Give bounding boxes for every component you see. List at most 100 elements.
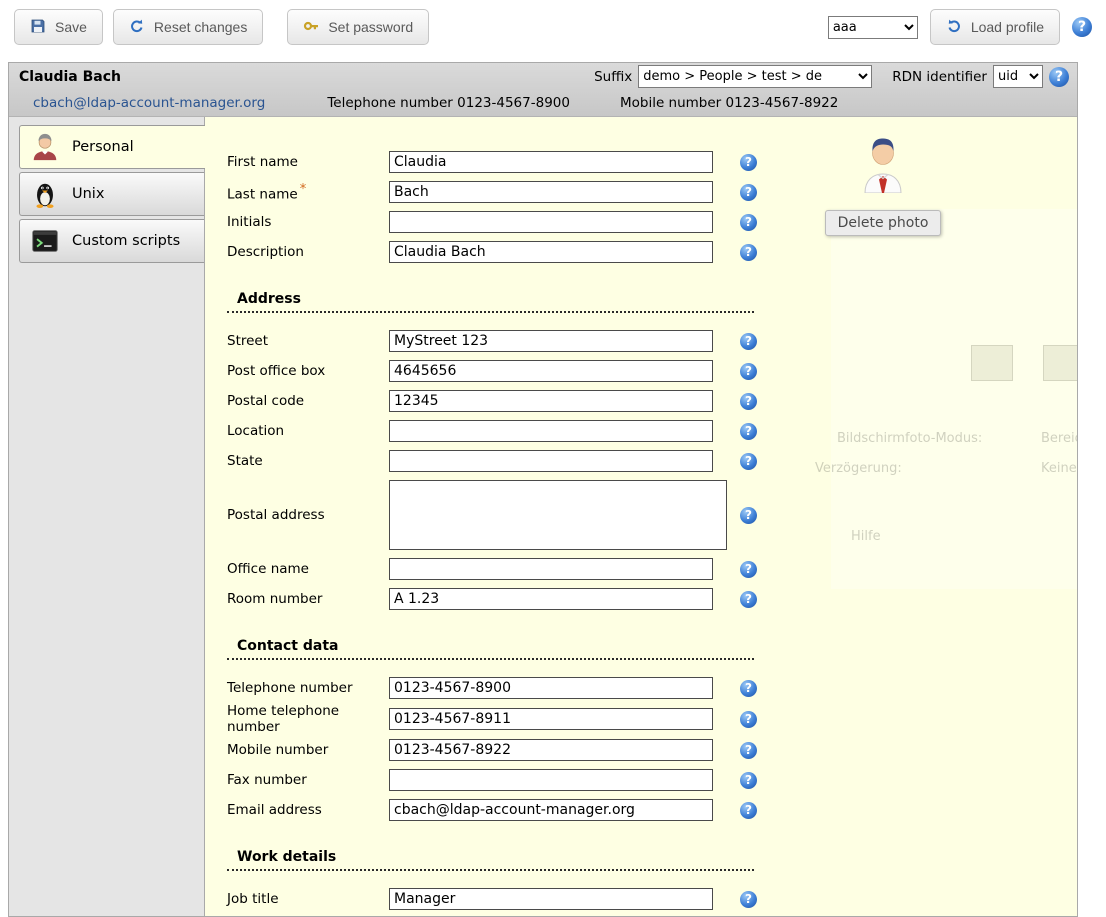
field-row-job-title: Job title — [227, 884, 1077, 914]
fax-input[interactable] — [389, 769, 713, 791]
module-sidebar: Personal Unix — [9, 117, 205, 916]
location-input[interactable] — [389, 420, 713, 442]
set-password-button[interactable]: Set password — [287, 9, 429, 45]
help-icon[interactable] — [740, 680, 757, 697]
last-name-label: Last name* — [227, 182, 389, 203]
field-row-postal-address: Postal address — [227, 476, 1077, 554]
undo-icon — [129, 18, 145, 37]
help-icon[interactable] — [740, 891, 757, 908]
po-box-input[interactable] — [389, 360, 713, 382]
street-input[interactable] — [389, 330, 713, 352]
first-name-label: First name — [227, 154, 389, 170]
help-icon[interactable] — [740, 423, 757, 440]
field-row-mobile: Mobile number — [227, 735, 1077, 765]
reset-changes-label: Reset changes — [154, 19, 247, 35]
field-row-email: Email address — [227, 795, 1077, 825]
email-link[interactable]: cbach@ldap-account-manager.org — [33, 95, 265, 111]
first-name-input[interactable] — [389, 151, 713, 173]
field-row-room-number: Room number — [227, 584, 1077, 614]
help-icon[interactable] — [740, 333, 757, 350]
account-title: Claudia Bach — [19, 69, 121, 85]
field-row-fax: Fax number — [227, 765, 1077, 795]
telephone-label: Telephone number — [227, 680, 389, 696]
personal-form: Neues Bild Speichern Öffne In die Zwisch… — [205, 117, 1077, 916]
header-telephone: Telephone number 0123-4567-8900 — [327, 95, 570, 111]
postal-code-input[interactable] — [389, 390, 713, 412]
tab-custom-scripts[interactable]: Custom scripts — [19, 219, 204, 263]
help-icon[interactable] — [740, 244, 757, 261]
photo-area: Delete photo — [803, 135, 963, 236]
field-row-telephone: Telephone number — [227, 673, 1077, 703]
refresh-icon — [946, 18, 962, 37]
toolbar-right: aaa Load profile — [828, 9, 1092, 45]
help-icon[interactable] — [740, 561, 757, 578]
job-title-input[interactable] — [389, 888, 713, 910]
help-icon[interactable] — [740, 363, 757, 380]
section-contact-data: Contact data — [227, 638, 754, 660]
field-row-postal-code: Postal code — [227, 386, 1077, 416]
tab-personal[interactable]: Personal — [19, 125, 205, 169]
state-input[interactable] — [389, 450, 713, 472]
header-help-icon[interactable] — [1049, 67, 1069, 87]
tux-penguin-icon — [30, 179, 60, 209]
account-body: Personal Unix — [9, 117, 1077, 916]
last-name-input[interactable] — [389, 181, 713, 203]
help-icon[interactable] — [1072, 17, 1092, 37]
user-photo — [861, 181, 905, 197]
help-icon[interactable] — [740, 154, 757, 171]
toolbar: Save Reset changes Set password aaa Load… — [0, 0, 1106, 54]
save-label: Save — [55, 19, 87, 35]
load-profile-button[interactable]: Load profile — [930, 9, 1060, 45]
postal-code-label: Postal code — [227, 393, 389, 409]
help-icon[interactable] — [740, 742, 757, 759]
room-number-input[interactable] — [389, 588, 713, 610]
description-label: Description — [227, 244, 389, 260]
save-icon — [30, 18, 46, 37]
telephone-input[interactable] — [389, 677, 713, 699]
email-label: Email address — [227, 802, 389, 818]
rdn-select[interactable]: uid — [993, 65, 1043, 88]
mobile-input[interactable] — [389, 739, 713, 761]
help-icon[interactable] — [740, 184, 757, 201]
section-address: Address — [227, 291, 754, 313]
terminal-icon — [30, 226, 60, 256]
set-password-label: Set password — [328, 19, 413, 35]
postal-address-label: Postal address — [227, 507, 389, 523]
help-icon[interactable] — [740, 453, 757, 470]
initials-input[interactable] — [389, 211, 713, 233]
location-label: Location — [227, 423, 389, 439]
field-row-street: Street — [227, 326, 1077, 356]
help-icon[interactable] — [740, 591, 757, 608]
email-input[interactable] — [389, 799, 713, 821]
required-marker: * — [300, 182, 307, 197]
help-icon[interactable] — [740, 507, 757, 524]
initials-label: Initials — [227, 214, 389, 230]
help-icon[interactable] — [740, 802, 757, 819]
state-label: State — [227, 453, 389, 469]
field-row-office-name: Office name — [227, 554, 1077, 584]
delete-photo-button[interactable]: Delete photo — [825, 210, 942, 236]
office-name-input[interactable] — [389, 558, 713, 580]
home-telephone-label: Home telephone number — [227, 703, 389, 735]
load-profile-label: Load profile — [971, 19, 1044, 35]
rdn-label: RDN identifier — [892, 69, 987, 85]
suffix-select[interactable]: demo > People > test > de — [638, 65, 872, 88]
key-icon — [303, 18, 319, 37]
home-telephone-input[interactable] — [389, 708, 713, 730]
profile-select[interactable]: aaa — [828, 16, 918, 39]
help-icon[interactable] — [740, 772, 757, 789]
office-name-label: Office name — [227, 561, 389, 577]
save-button[interactable]: Save — [14, 9, 103, 45]
tab-unix[interactable]: Unix — [19, 172, 204, 216]
help-icon[interactable] — [740, 214, 757, 231]
description-input[interactable] — [389, 241, 713, 263]
help-icon[interactable] — [740, 711, 757, 728]
reset-changes-button[interactable]: Reset changes — [113, 9, 263, 45]
postal-address-textarea[interactable] — [389, 480, 727, 550]
account-header: Claudia Bach Suffix demo > People > test… — [9, 63, 1077, 117]
field-row-description: Description — [227, 237, 1077, 267]
help-icon[interactable] — [740, 393, 757, 410]
last-name-label-text: Last name — [227, 186, 298, 202]
tab-personal-label: Personal — [72, 139, 134, 155]
field-row-home-telephone: Home telephone number — [227, 703, 1077, 735]
